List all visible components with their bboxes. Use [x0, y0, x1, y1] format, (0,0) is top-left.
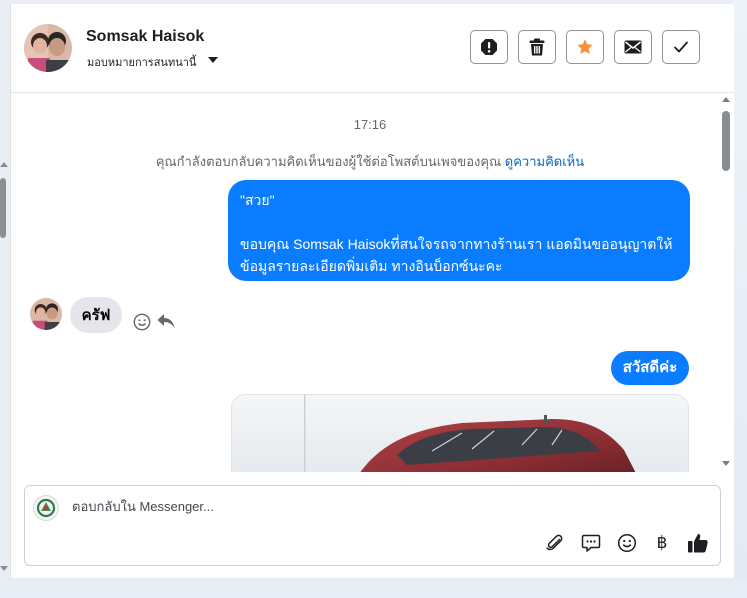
- report-button[interactable]: [470, 30, 508, 64]
- system-note-text: คุณกำลังตอบกลับความคิดเห็นของผู้ใช้ต่อโพ…: [155, 154, 502, 169]
- scroll-up-arrow[interactable]: [0, 162, 8, 167]
- outgoing-message-short: สวัสดีค่ะ: [611, 351, 689, 385]
- trash-icon: [529, 38, 545, 56]
- assign-dropdown-caret-icon[interactable]: [208, 57, 218, 63]
- paperclip-icon: [546, 534, 563, 551]
- scroll-down-arrow[interactable]: [0, 566, 8, 571]
- mark-unread-button[interactable]: [614, 30, 652, 64]
- thumbs-up-icon: [688, 534, 708, 553]
- scroll-thumb[interactable]: [0, 178, 6, 238]
- contact-avatar[interactable]: [24, 24, 72, 72]
- message-scrollbar[interactable]: [719, 93, 733, 472]
- delete-button[interactable]: [518, 30, 556, 64]
- message-timestamp: 17:16: [353, 117, 387, 132]
- like-button[interactable]: [687, 532, 709, 554]
- attach-button[interactable]: [544, 532, 566, 554]
- check-icon: [674, 41, 688, 53]
- report-icon: [481, 39, 497, 55]
- react-button[interactable]: [133, 313, 151, 336]
- message-scroll-down-arrow[interactable]: [722, 461, 730, 466]
- conversation-header: Somsak Haisok มอบหมายการสนทนานี้: [11, 4, 734, 93]
- assign-conversation-label[interactable]: มอบหมายการสนทนานี้: [87, 53, 196, 71]
- star-icon: [577, 39, 593, 54]
- mark-done-button[interactable]: [662, 30, 700, 64]
- smiley-icon: [617, 533, 637, 553]
- message-scroll-thumb[interactable]: [722, 111, 730, 171]
- view-comment-link[interactable]: ดูความคิดเห็น: [505, 154, 584, 169]
- background-edge: [733, 0, 747, 598]
- speech-bubble-icon: [581, 534, 601, 552]
- car-photo-attachment[interactable]: [231, 394, 689, 472]
- page-avatar: [33, 495, 59, 521]
- message-list[interactable]: 17:16 คุณกำลังตอบกลับความคิดเห็นของผู้ใช…: [11, 93, 734, 472]
- envelope-icon: [624, 40, 642, 54]
- emoji-button[interactable]: [616, 532, 638, 554]
- system-note: คุณกำลังตอบกลับความคิดเห็นของผู้ใช้ต่อโพ…: [11, 151, 729, 172]
- saved-replies-button[interactable]: [580, 532, 602, 554]
- message-text: ขอบคุณ Somsak Haisokที่สนใจรถจากทางร้านเ…: [240, 236, 673, 274]
- background-footer: [0, 578, 747, 598]
- quoted-comment: "สวย": [240, 192, 275, 208]
- reply-button[interactable]: [157, 313, 175, 334]
- contact-name[interactable]: Somsak Haisok: [86, 28, 204, 46]
- baht-icon: ฿: [656, 533, 668, 553]
- reply-arrow-icon: [157, 314, 175, 328]
- outgoing-message: "สวย" ขอบคุณ Somsak Haisokที่สนใจรถจากทา…: [228, 180, 690, 281]
- incoming-message: ครัฟ: [70, 297, 122, 333]
- star-button[interactable]: [566, 30, 604, 64]
- reply-composer: ฿: [24, 485, 721, 566]
- conversation-panel: Somsak Haisok มอบหมายการสนทนานี้ 17:16 ค…: [10, 4, 734, 578]
- payment-button[interactable]: ฿: [651, 532, 673, 554]
- reply-input[interactable]: [72, 499, 672, 514]
- smiley-icon: [133, 313, 151, 331]
- outer-scrollbar[interactable]: [0, 160, 8, 575]
- contact-avatar-small[interactable]: [30, 298, 62, 330]
- message-scroll-up-arrow[interactable]: [722, 97, 730, 102]
